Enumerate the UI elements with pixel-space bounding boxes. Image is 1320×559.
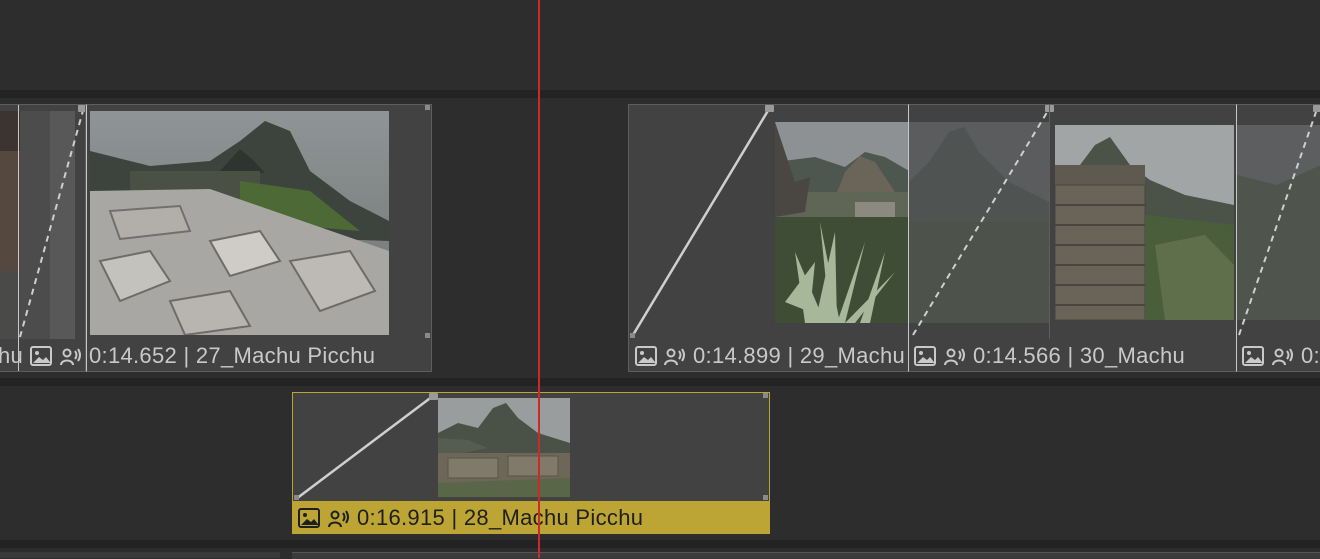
transition-line xyxy=(1238,108,1318,336)
transition-line xyxy=(19,106,85,338)
track-separator xyxy=(0,378,1320,386)
audio-icon xyxy=(943,344,967,368)
clip-thumbnail xyxy=(775,122,909,323)
keyframe-handle[interactable] xyxy=(78,105,85,112)
clip-thumbnail xyxy=(438,398,570,497)
timeline-clip-31[interactable]: 0: xyxy=(1236,104,1320,372)
keyframe-handle[interactable] xyxy=(429,393,438,400)
bottom-track-clip-edge xyxy=(0,552,280,558)
timeline-clip-28[interactable]: 0:16.915 | 28_Machu Picchu xyxy=(292,392,770,534)
audio-icon xyxy=(1271,344,1295,368)
image-icon xyxy=(297,506,321,530)
image-icon xyxy=(1241,344,1265,368)
playhead[interactable] xyxy=(538,0,540,558)
track-separator xyxy=(0,540,1320,548)
clip-thumbnail xyxy=(1055,125,1234,320)
clip-corner-handle[interactable] xyxy=(763,393,768,398)
transition-line xyxy=(295,395,434,500)
clip-label: 0: xyxy=(1237,339,1320,371)
clip-boundary xyxy=(1049,105,1050,339)
timeline-clip-29[interactable]: 0:14.899 | 29_Machu Picchu xyxy=(628,104,910,372)
image-icon xyxy=(29,344,53,368)
image-icon xyxy=(913,344,937,368)
clip-title: 0:16.915 | 28_Machu Picchu xyxy=(357,505,644,530)
clip-title: 0:14.899 | 29_Machu Picchu xyxy=(693,343,909,368)
audio-icon xyxy=(663,344,687,368)
keyframe-handle[interactable] xyxy=(1313,105,1320,112)
timeline-clip-26[interactable]: hu xyxy=(0,104,86,372)
clip-corner-handle[interactable] xyxy=(425,333,430,338)
track-separator xyxy=(0,90,1320,98)
clip-thumbnail xyxy=(90,111,389,335)
clip-label: 0:14.566 | 30_Machu xyxy=(909,339,1237,371)
clip-label: hu xyxy=(0,339,84,371)
clip-corner-handle[interactable] xyxy=(294,495,299,500)
timeline-clip-27[interactable]: 0:14.652 | 27_Machu Picchu xyxy=(86,104,432,372)
audio-icon xyxy=(59,344,83,368)
clip-title: 0:14.566 | 30_Machu xyxy=(973,343,1186,368)
clip-label: 0:16.915 | 28_Machu Picchu xyxy=(293,501,769,533)
clip-label: 0:14.652 | 27_Machu Picchu xyxy=(87,339,431,371)
image-icon xyxy=(635,344,657,368)
clip-title: hu xyxy=(0,343,24,368)
transition-line xyxy=(912,108,1050,336)
audio-icon xyxy=(327,506,351,530)
clip-corner-handle[interactable] xyxy=(763,495,768,500)
clip-corner-handle[interactable] xyxy=(630,333,635,338)
timeline-clip-30[interactable]: 0:14.566 | 30_Machu xyxy=(908,104,1238,372)
clip-title: 0: xyxy=(1301,343,1320,368)
clip-title: 0:14.652 | 27_Machu Picchu xyxy=(89,343,376,368)
clip-label: 0:14.899 | 29_Machu Picchu xyxy=(629,339,909,371)
clip-corner-handle[interactable] xyxy=(425,105,430,110)
keyframe-handle[interactable] xyxy=(765,105,774,112)
